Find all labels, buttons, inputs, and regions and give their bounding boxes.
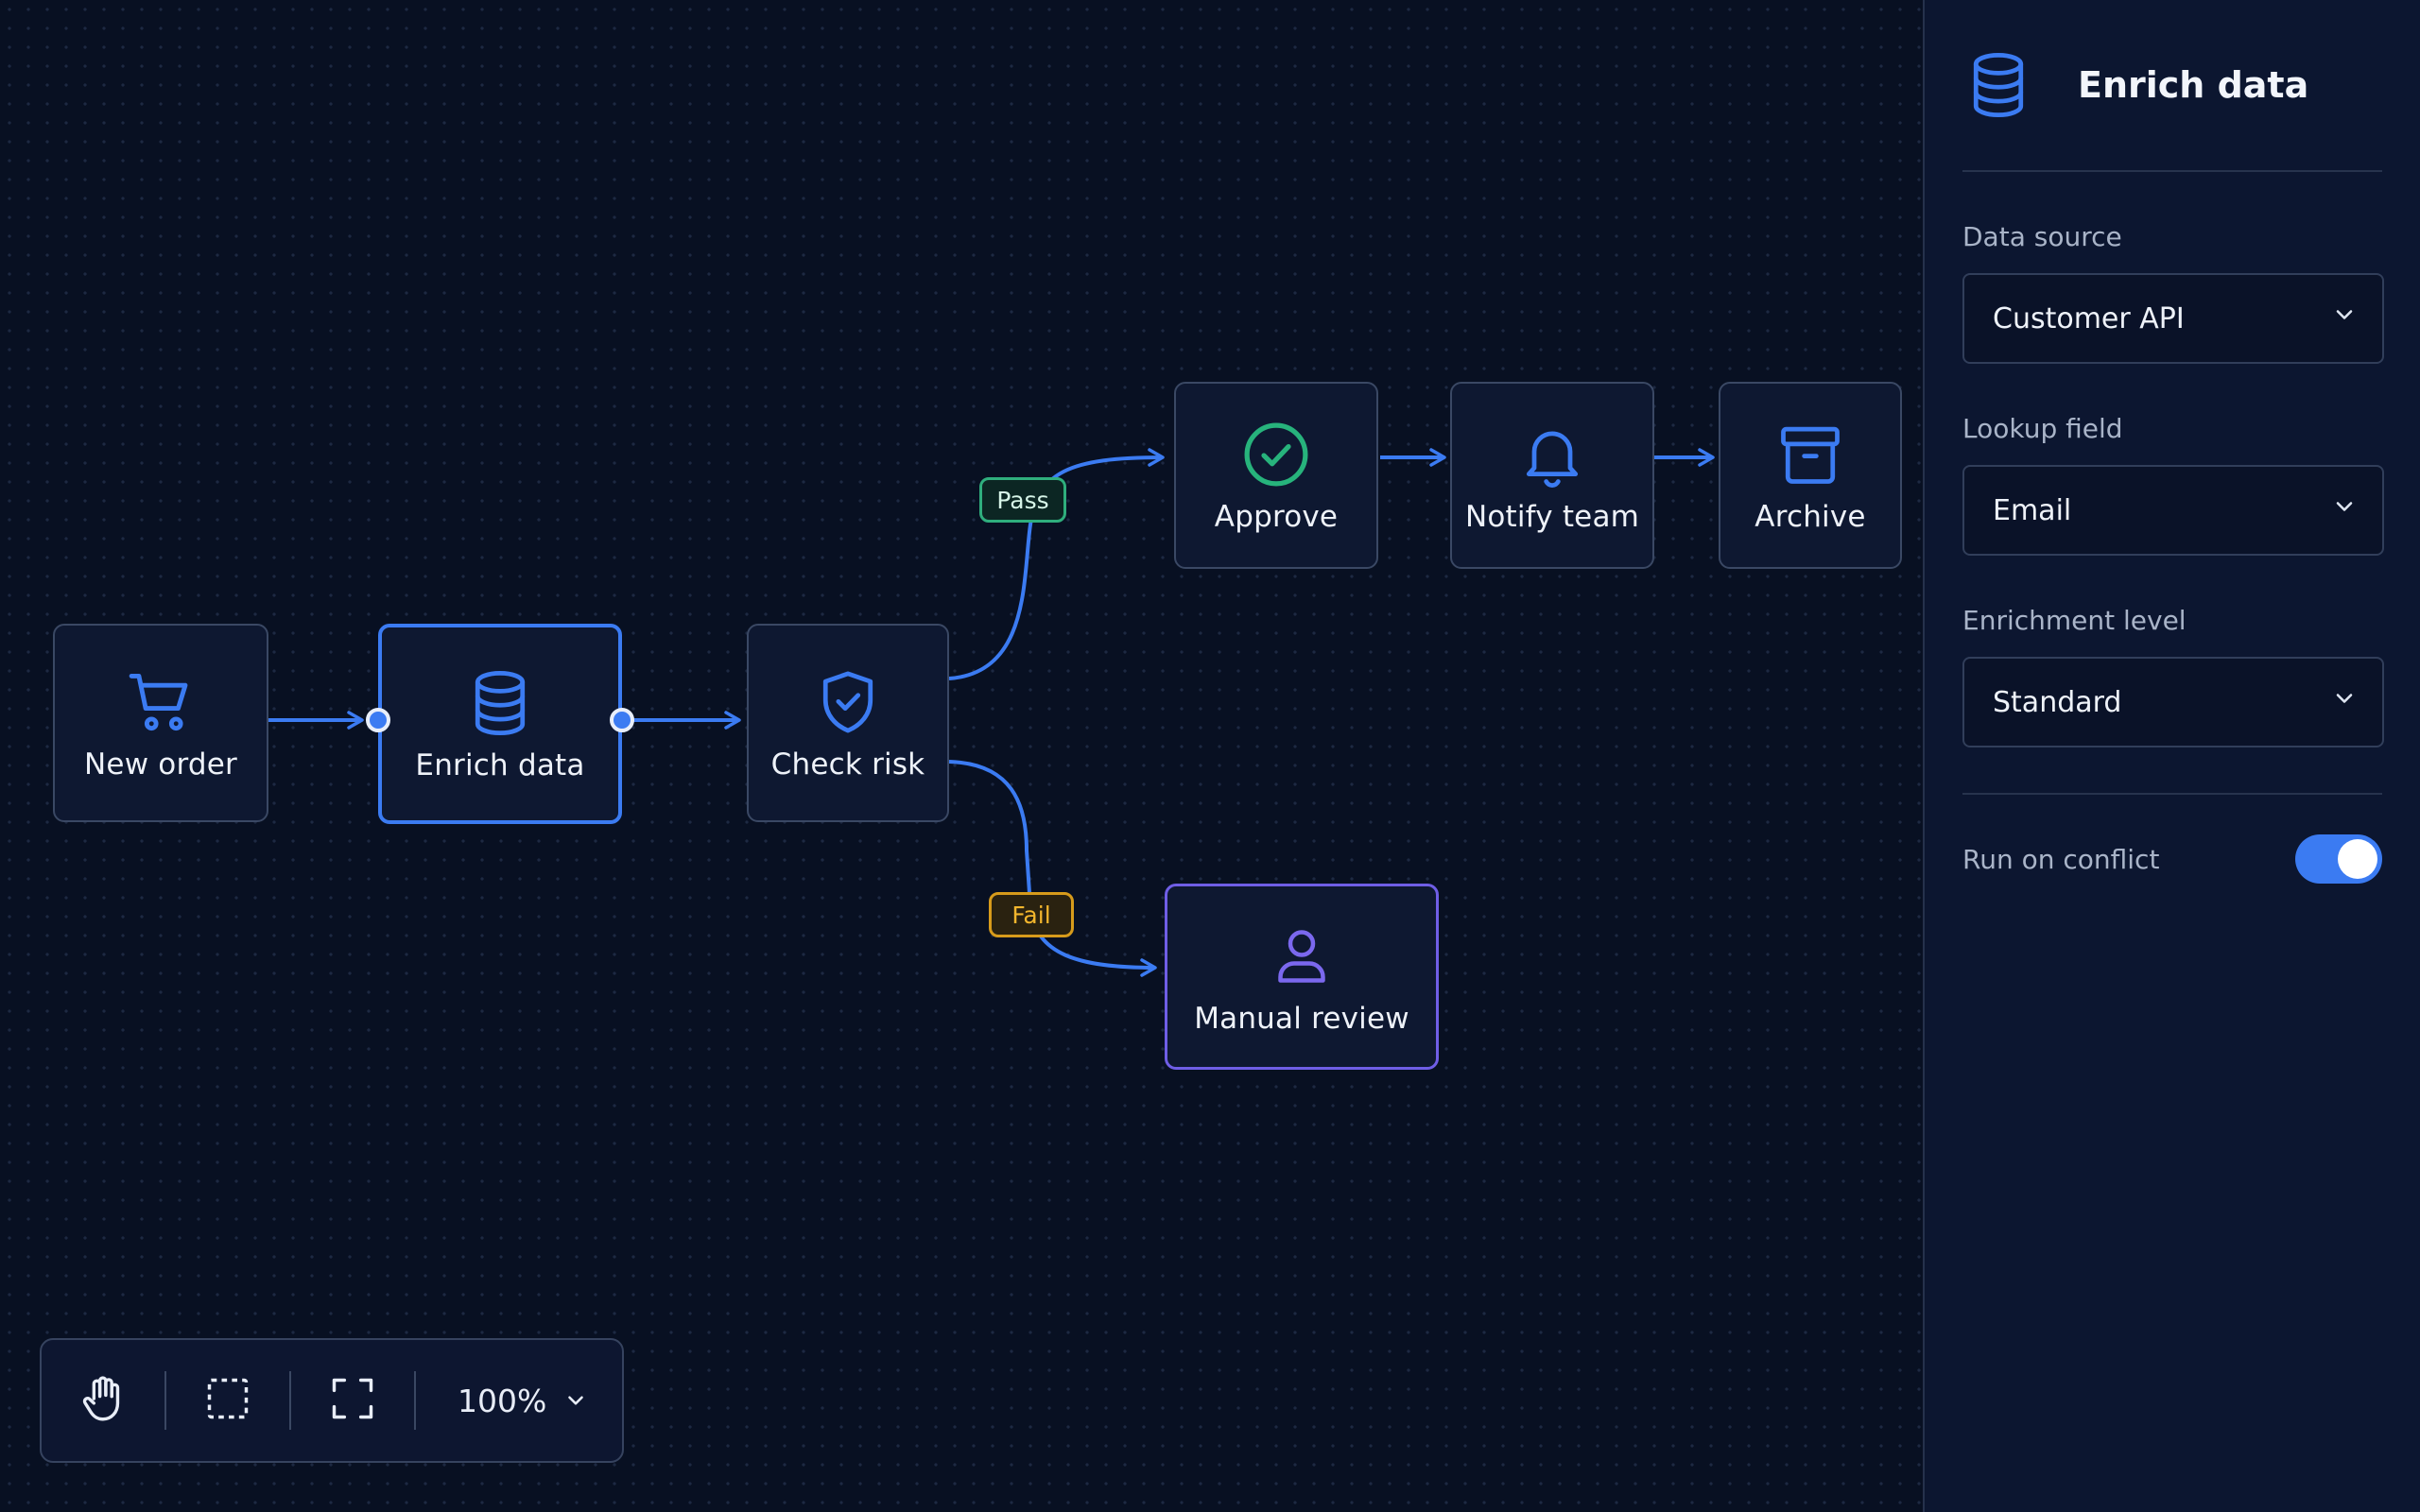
- data-source-label: Data source: [1962, 221, 2122, 252]
- user-icon: [1264, 919, 1340, 994]
- shield-check-icon: [810, 664, 886, 740]
- pass-edge-label: Pass: [979, 477, 1066, 523]
- database-icon: [1962, 47, 2034, 123]
- lookup-field-label: Lookup field: [1962, 413, 2123, 444]
- node-enrich-data[interactable]: Enrich data: [378, 624, 622, 824]
- select-value: Customer API: [1993, 301, 2185, 335]
- select-area-icon: [203, 1374, 252, 1427]
- fit-view-button[interactable]: [291, 1339, 414, 1462]
- panel-title: Enrich data: [2078, 64, 2309, 106]
- enrichment-level-label: Enrichment level: [1962, 605, 2187, 636]
- run-on-conflict-row: Run on conflict: [1962, 834, 2382, 884]
- fail-edge-label: Fail: [989, 892, 1074, 937]
- workflow-editor: New order Enrich data Check risk Pass Fa…: [0, 0, 2420, 1512]
- toggle-knob: [2338, 839, 2377, 879]
- lookup-field-select[interactable]: Email: [1962, 465, 2384, 556]
- database-icon: [462, 665, 538, 741]
- canvas-toolbar: 100%: [40, 1338, 624, 1463]
- properties-panel: Enrich data Data source Customer API Loo…: [1923, 0, 2420, 1512]
- fit-view-icon: [328, 1374, 377, 1427]
- hand-icon: [76, 1370, 130, 1431]
- node-manual-review[interactable]: Manual review: [1165, 884, 1439, 1070]
- panel-header: Enrich data: [1962, 0, 2382, 172]
- node-label: Enrich data: [415, 748, 585, 782]
- zoom-dropdown[interactable]: 100%: [416, 1383, 588, 1419]
- chevron-down-icon: [563, 1388, 588, 1413]
- run-on-conflict-label: Run on conflict: [1962, 843, 2160, 875]
- zoom-level: 100%: [458, 1382, 547, 1419]
- pan-tool-button[interactable]: [42, 1339, 164, 1462]
- node-notify-team[interactable]: Notify team: [1450, 382, 1654, 569]
- chevron-down-icon: [2331, 301, 2358, 335]
- select-value: Standard: [1993, 685, 2122, 719]
- node-label: Archive: [1754, 500, 1866, 534]
- select-value: Email: [1993, 493, 2072, 527]
- enrichment-level-select[interactable]: Standard: [1962, 657, 2384, 747]
- node-label: Approve: [1214, 500, 1339, 534]
- shopping-cart-icon: [123, 664, 199, 740]
- node-archive[interactable]: Archive: [1719, 382, 1902, 569]
- run-on-conflict-toggle[interactable]: [2295, 834, 2382, 884]
- node-check-risk[interactable]: Check risk: [747, 624, 949, 822]
- check-circle-icon: [1238, 417, 1314, 492]
- chevron-down-icon: [2331, 685, 2358, 719]
- chevron-down-icon: [2331, 493, 2358, 527]
- node-approve[interactable]: Approve: [1174, 382, 1378, 569]
- output-port[interactable]: [610, 708, 634, 732]
- node-label: Check risk: [770, 747, 925, 782]
- node-label: Manual review: [1194, 1001, 1409, 1036]
- node-label: Notify team: [1464, 500, 1640, 534]
- node-new-order[interactable]: New order: [53, 624, 268, 822]
- bell-icon: [1514, 417, 1590, 492]
- data-source-select[interactable]: Customer API: [1962, 273, 2384, 364]
- workflow-canvas[interactable]: New order Enrich data Check risk Pass Fa…: [0, 0, 1923, 1512]
- edge-layer: [268, 448, 1715, 977]
- select-area-button[interactable]: [166, 1339, 289, 1462]
- panel-divider: [1962, 793, 2382, 795]
- input-port[interactable]: [366, 708, 390, 732]
- archive-box-icon: [1772, 417, 1848, 492]
- node-label: New order: [84, 747, 237, 782]
